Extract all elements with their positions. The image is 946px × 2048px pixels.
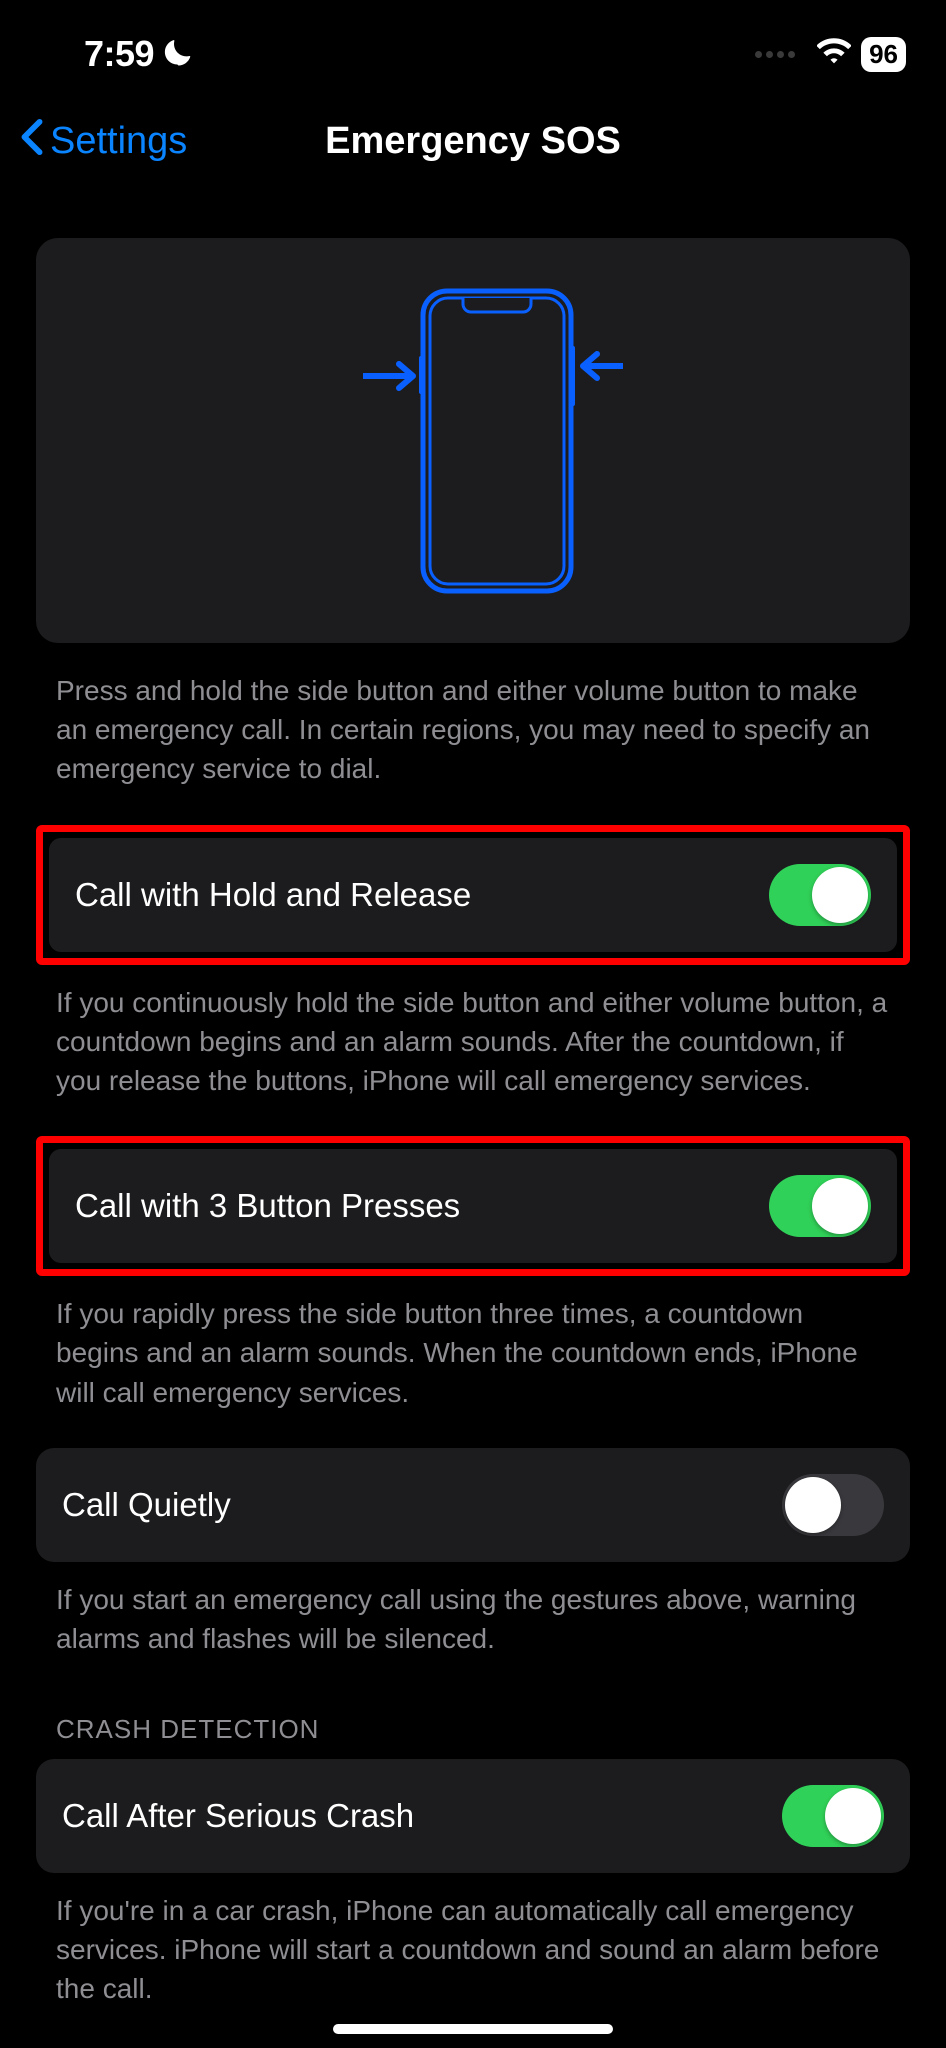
status-left: 7:59 [84, 33, 192, 75]
wifi-icon [817, 35, 851, 74]
status-time: 7:59 [84, 33, 154, 75]
toggle-call-quietly[interactable] [782, 1474, 884, 1536]
toggle-three-press[interactable] [769, 1175, 871, 1237]
setting-call-quietly[interactable]: Call Quietly [36, 1448, 910, 1562]
back-button[interactable]: Settings [20, 118, 187, 166]
hero-illustration [36, 238, 910, 643]
footer-after-crash: If you're in a car crash, iPhone can aut… [36, 1891, 910, 2009]
hero-description: Press and hold the side button and eithe… [36, 671, 910, 789]
battery-indicator: 96 [861, 37, 906, 72]
back-label: Settings [50, 120, 187, 163]
nav-header: Settings Emergency SOS [0, 80, 946, 183]
setting-label: Call with 3 Button Presses [75, 1187, 460, 1225]
highlight-hold-release: Call with Hold and Release [36, 825, 910, 965]
footer-hold-release: If you continuously hold the side button… [36, 983, 910, 1101]
phone-press-illustration-icon [323, 286, 623, 596]
status-right: 96 [755, 35, 906, 74]
section-header-crash: CRASH DETECTION [36, 1694, 910, 1759]
setting-label: Call with Hold and Release [75, 876, 471, 914]
highlight-three-press: Call with 3 Button Presses [36, 1136, 910, 1276]
content: Press and hold the side button and eithe… [0, 183, 946, 2009]
moon-icon [162, 37, 192, 72]
setting-three-press[interactable]: Call with 3 Button Presses [49, 1149, 897, 1263]
setting-label: Call Quietly [62, 1486, 231, 1524]
setting-after-crash[interactable]: Call After Serious Crash [36, 1759, 910, 1873]
page-title: Emergency SOS [325, 120, 621, 163]
page-dots [755, 51, 795, 58]
footer-three-press: If you rapidly press the side button thr… [36, 1294, 910, 1412]
setting-label: Call After Serious Crash [62, 1797, 414, 1835]
status-bar: 7:59 96 [0, 0, 946, 80]
toggle-after-crash[interactable] [782, 1785, 884, 1847]
toggle-hold-release[interactable] [769, 864, 871, 926]
chevron-left-icon [20, 118, 44, 166]
setting-hold-release[interactable]: Call with Hold and Release [49, 838, 897, 952]
footer-call-quietly: If you start an emergency call using the… [36, 1580, 910, 1658]
home-indicator[interactable] [333, 2024, 613, 2034]
